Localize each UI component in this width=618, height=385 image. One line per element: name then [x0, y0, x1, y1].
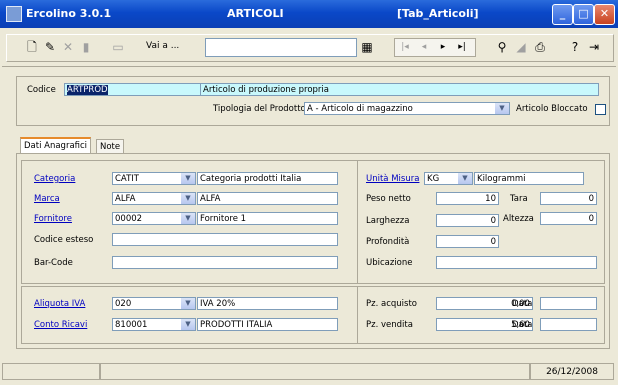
maximize-button[interactable]: □ — [573, 4, 594, 25]
marca-link[interactable]: Marca — [34, 194, 60, 204]
unita-desc-field[interactable]: Kilogrammi — [474, 172, 584, 185]
chevron-down-icon[interactable]: ▼ — [181, 319, 195, 330]
categoria-desc-field[interactable]: Categoria prodotti Italia — [197, 172, 338, 185]
app-title: Ercolino 3.0.1 — [26, 7, 112, 20]
aliquota-desc-field[interactable]: IVA 20% — [197, 297, 338, 310]
categoria-link[interactable]: Categoria — [34, 174, 75, 184]
misure-group: Unità Misura KG ▼ Kilogrammi Peso netto … — [357, 160, 605, 284]
codice-field[interactable]: ARTPROD — [64, 83, 214, 96]
tipologia-value: A - Articolo di magazzino — [307, 104, 413, 114]
previous-record-icon[interactable]: ◂ — [416, 39, 432, 55]
binoculars-icon[interactable]: ⚲ — [494, 39, 510, 55]
marca-select[interactable]: ALFA ▼ — [112, 192, 196, 205]
chevron-down-icon[interactable]: ▼ — [495, 103, 509, 114]
next-record-icon[interactable]: ▸ — [435, 39, 451, 55]
status-bar: 26/12/2008 — [0, 360, 618, 385]
barcode-field[interactable] — [112, 256, 338, 269]
cancel-icon[interactable]: ✕ — [60, 39, 76, 55]
goto-input[interactable] — [205, 38, 357, 57]
ubicazione-field[interactable] — [436, 256, 597, 269]
table-title: [Tab_Articoli] — [397, 7, 479, 20]
fornitore-link[interactable]: Fornitore — [34, 214, 72, 224]
conto-ricavi-link[interactable]: Conto Ricavi — [34, 320, 87, 330]
fornitore-select[interactable]: 00002 ▼ — [112, 212, 196, 225]
marca-desc-field[interactable]: ALFA — [197, 192, 338, 205]
tab-content: Categoria CATIT ▼ Categoria prodotti Ita… — [16, 153, 610, 349]
status-cell-2 — [100, 363, 530, 380]
ubicazione-label: Ubicazione — [366, 258, 413, 268]
status-date: 26/12/2008 — [530, 363, 614, 380]
chart-icon[interactable]: ◢ — [513, 39, 529, 55]
form-title: ARTICOLI — [227, 7, 284, 20]
codice-esteso-field[interactable] — [112, 233, 338, 246]
prezzi-group: Pz. acquisto 0,00 Data Pz. vendita 5,60 … — [357, 286, 605, 344]
edit-record-icon[interactable]: ✎ — [42, 39, 58, 55]
unita-misura-link[interactable]: Unità Misura — [366, 174, 419, 184]
conto-code: 810001 — [115, 320, 148, 330]
anagrafica-group: Categoria CATIT ▼ Categoria prodotti Ita… — [21, 160, 359, 284]
chevron-down-icon[interactable]: ▼ — [181, 213, 195, 224]
fornitore-desc-field[interactable]: Fornitore 1 — [197, 212, 338, 225]
conto-ricavi-select[interactable]: 810001 ▼ — [112, 318, 196, 331]
peso-netto-field[interactable]: 10 — [436, 192, 499, 205]
fornitore-code: 00002 — [115, 214, 143, 224]
profondita-label: Profondità — [366, 237, 410, 247]
chevron-down-icon[interactable]: ▼ — [181, 193, 195, 204]
tara-field[interactable]: 0 — [540, 192, 597, 205]
pz-vendita-label: Pz. vendita — [366, 320, 413, 330]
marca-code: ALFA — [115, 194, 136, 204]
tara-label: Tara — [510, 194, 528, 204]
tipologia-label: Tipologia del Prodotto — [213, 104, 306, 114]
tab-note[interactable]: Note — [96, 139, 125, 154]
codice-label: Codice — [27, 85, 56, 95]
conto-desc-field[interactable]: PRODOTTI ITALIA — [197, 318, 338, 331]
first-record-icon[interactable]: |◂ — [397, 39, 413, 55]
last-record-icon[interactable]: ▸| — [454, 39, 470, 55]
chevron-down-icon[interactable]: ▼ — [458, 173, 472, 184]
altezza-label: Altezza — [503, 214, 534, 224]
peso-netto-label: Peso netto — [366, 194, 411, 204]
larghezza-label: Larghezza — [366, 216, 410, 226]
altezza-field[interactable]: 0 — [540, 212, 597, 225]
barcode-label: Bar-Code — [34, 258, 73, 268]
header-panel: Codice ARTPROD Articolo di produzione pr… — [16, 76, 610, 126]
list-icon[interactable]: ▦ — [359, 39, 375, 55]
unita-misura-select[interactable]: KG ▼ — [424, 172, 473, 185]
goto-label: Vai a ... — [146, 41, 180, 51]
chevron-down-icon[interactable]: ▼ — [181, 298, 195, 309]
larghezza-field[interactable]: 0 — [436, 214, 499, 227]
exit-icon[interactable]: ⇥ — [586, 39, 602, 55]
categoria-select[interactable]: CATIT ▼ — [112, 172, 196, 185]
status-cell-1 — [2, 363, 100, 380]
app-icon — [6, 6, 22, 22]
vendita-data-field[interactable] — [540, 318, 597, 331]
new-record-icon[interactable]: 🗋 — [24, 39, 40, 55]
tipologia-select[interactable]: A - Articolo di magazzino ▼ — [304, 102, 510, 115]
close-button[interactable]: ✕ — [594, 4, 615, 25]
codice-esteso-label: Codice esteso — [34, 235, 94, 245]
acquisto-data-label: Data — [512, 299, 533, 309]
toolbar: 🗋 ✎ ✕ ▮ ▭ Vai a ... ▦ |◂ ◂ ▸ ▸| ⚲ ◢ ⎙ ? … — [2, 28, 616, 67]
aliquota-iva-link[interactable]: Aliquota IVA — [34, 299, 85, 309]
unita-code: KG — [427, 174, 440, 184]
save-icon[interactable]: ▭ — [110, 39, 126, 55]
delete-icon[interactable]: ▮ — [78, 39, 94, 55]
acquisto-data-field[interactable] — [540, 297, 597, 310]
aliquota-iva-select[interactable]: 020 ▼ — [112, 297, 196, 310]
categoria-code: CATIT — [115, 174, 139, 184]
title-bar: Ercolino 3.0.1 ARTICOLI [Tab_Articoli] _… — [0, 0, 618, 28]
print-icon[interactable]: ⎙ — [532, 39, 548, 55]
descrizione-field[interactable]: Articolo di produzione propria — [200, 83, 599, 96]
chevron-down-icon[interactable]: ▼ — [181, 173, 195, 184]
minimize-button[interactable]: _ — [552, 4, 573, 25]
help-icon[interactable]: ? — [567, 39, 583, 55]
aliquota-code: 020 — [115, 299, 132, 309]
vendita-data-label: Data — [512, 320, 533, 330]
profondita-field[interactable]: 0 — [436, 235, 499, 248]
pz-acquisto-label: Pz. acquisto — [366, 299, 417, 309]
codice-value: ARTPROD — [67, 85, 108, 95]
bloccato-checkbox[interactable] — [595, 104, 606, 115]
bloccato-label: Articolo Bloccato — [516, 104, 588, 114]
fiscale-group: Aliquota IVA 020 ▼ IVA 20% Conto Ricavi … — [21, 286, 359, 344]
